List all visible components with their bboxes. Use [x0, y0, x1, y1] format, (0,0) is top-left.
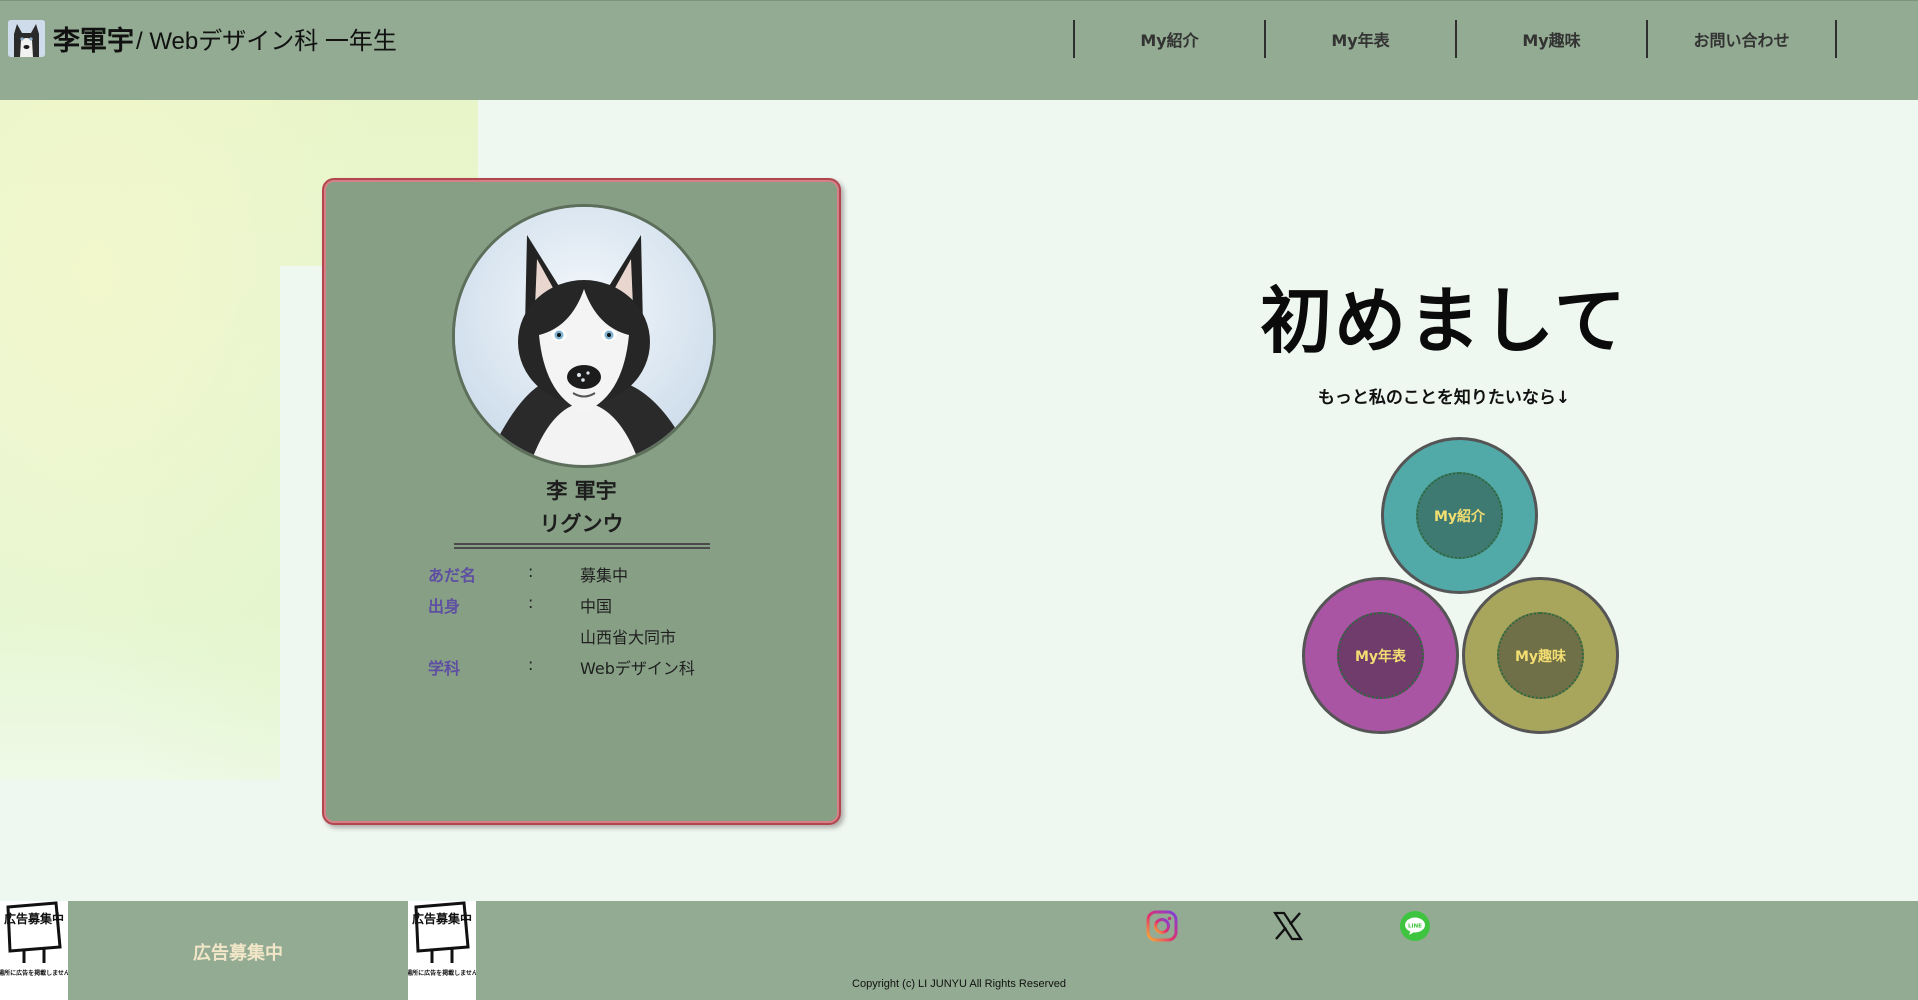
hero-title: 初めまして: [1260, 279, 1628, 363]
bubble-label: My年表: [1337, 612, 1424, 699]
info-value: 山西省大同市: [580, 628, 677, 647]
ad-sign-title: 広告募集中: [412, 911, 472, 926]
profile-card: 李 軍宇 リグンウ あだ名 : 募集中 出身 : 中国 山西省大同市 学科 : …: [322, 178, 841, 825]
line-icon[interactable]: LINE: [1398, 909, 1432, 943]
bubble-link-introduction[interactable]: My紹介: [1381, 437, 1538, 594]
info-row-nickname: あだ名 : 募集中: [428, 562, 748, 593]
ad-sign-text: この場所に広告を掲載しませんか？: [0, 969, 68, 977]
info-separator: :: [528, 562, 534, 581]
profile-divider: [454, 543, 710, 549]
profile-name-kana: リグンウ: [539, 512, 624, 536]
site-header: 李軍宇 / Webデザイン科 一年生 My紹介 My年表 My趣味 お問い合わせ: [0, 0, 1918, 100]
copyright-label: Copyright (c) LI JUNYU All Rights Reserv…: [852, 978, 1066, 990]
bubble-label: My趣味: [1497, 612, 1584, 699]
info-row-department: 学科 : Webデザイン科: [428, 655, 748, 686]
svg-text:LINE: LINE: [1408, 924, 1422, 930]
profile-name: 李 軍宇: [546, 479, 617, 503]
brand[interactable]: 李軍宇 / Webデザイン科 一年生: [8, 19, 397, 57]
hero-subtitle: もっと私のことを知りたいなら↓: [1317, 388, 1571, 408]
info-row-origin: 出身 : 中国: [428, 593, 748, 624]
brand-name: 李軍宇: [53, 25, 134, 57]
profile-info-list: あだ名 : 募集中 出身 : 中国 山西省大同市 学科 : Webデザイン科: [428, 562, 748, 686]
info-value: Webデザイン科: [580, 659, 695, 678]
ad-label: 広告募集中: [193, 943, 283, 964]
info-value: 中国: [580, 597, 613, 616]
copyright-text: Copyright (c) LI JUNYU All Rights Reserv…: [0, 978, 1918, 990]
nav-item-timeline[interactable]: My年表: [1264, 20, 1455, 58]
info-row-origin-city: 山西省大同市: [428, 624, 748, 655]
nav-item-introduction[interactable]: My紹介: [1073, 20, 1264, 58]
ad-sign-text: この場所に広告を掲載しませんか？: [408, 969, 476, 977]
info-separator: :: [528, 593, 534, 612]
info-key: あだ名: [428, 566, 477, 585]
main-nav: My紹介 My年表 My趣味 お問い合わせ: [1073, 20, 1837, 58]
nav-item-hobbies[interactable]: My趣味: [1455, 20, 1646, 58]
brand-avatar-husky: [8, 19, 45, 57]
info-key: 学科: [428, 659, 461, 678]
instagram-icon[interactable]: [1145, 909, 1179, 943]
site-footer: 広告募集中 この場所に広告を掲載しませんか？ 広告募集中 広告募集中 この場所に…: [0, 901, 1918, 1000]
nav-item-contact[interactable]: お問い合わせ: [1646, 20, 1837, 58]
ad-sign-title: 広告募集中: [4, 911, 64, 926]
info-separator: :: [528, 655, 534, 674]
bubble-link-hobbies[interactable]: My趣味: [1462, 577, 1619, 734]
info-value: 募集中: [580, 566, 629, 585]
info-key: 出身: [428, 597, 461, 616]
bubble-label: My紹介: [1416, 472, 1503, 559]
profile-photo-husky: [452, 204, 716, 468]
bubble-link-timeline[interactable]: My年表: [1302, 577, 1459, 734]
x-icon[interactable]: [1271, 909, 1305, 943]
brand-subtitle: / Webデザイン科 一年生: [136, 27, 397, 55]
